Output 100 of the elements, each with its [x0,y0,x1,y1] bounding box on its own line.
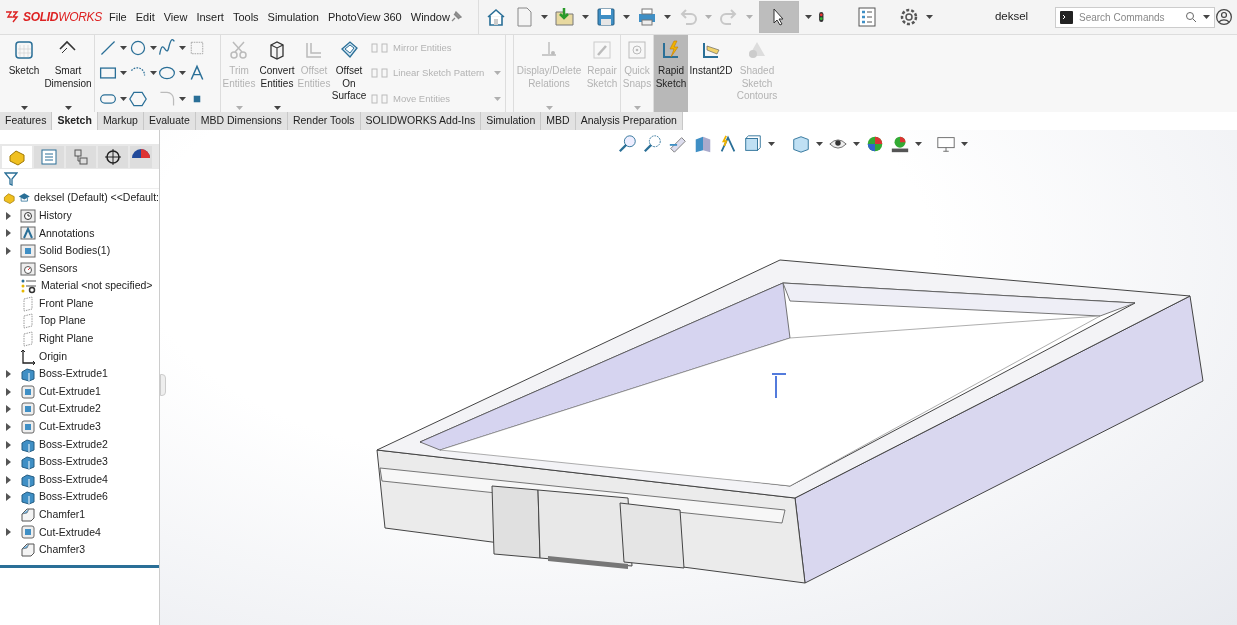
caret-icon[interactable] [804,15,812,19]
cut-extrude-icon[interactable] [20,383,36,400]
lightning-sketch-icon[interactable] [660,39,682,61]
material-list-icon[interactable] [20,278,38,295]
expand-arrow-icon[interactable] [6,247,11,255]
expand-arrow-icon[interactable] [6,405,11,414]
tree-item[interactable]: Annotations [39,225,95,242]
ribbon-button[interactable]: Sketch [4,35,44,112]
list-icon[interactable] [855,6,878,28]
caret-icon[interactable] [581,15,589,19]
save-icon[interactable] [594,6,617,28]
filter-icon[interactable] [4,171,18,186]
tree-item[interactable]: Cut-Extrude3 [39,419,101,435]
menu-item[interactable]: Tools [232,8,259,26]
menu-item[interactable]: File [109,8,127,26]
scene-icon[interactable] [890,134,910,154]
ribbon-tab[interactable]: Sketch [52,112,98,130]
menu-item[interactable]: Insert [196,8,224,26]
search-input[interactable]: Search Commands [1079,9,1179,25]
zoom-fit-icon[interactable] [618,134,638,154]
extrude-icon[interactable] [20,366,36,383]
caret-icon[interactable] [816,142,823,146]
expand-arrow-icon[interactable] [6,458,11,467]
tree-item[interactable]: Solid Bodies(1) [39,243,111,259]
menu-item[interactable]: View [163,8,188,26]
caret-icon[interactable] [179,71,186,76]
caret-icon[interactable] [768,142,775,146]
ribbon-tab[interactable]: Render Tools [287,112,361,130]
tree-item[interactable]: Front Plane [39,295,94,312]
circle-icon[interactable] [128,39,147,57]
pin-icon[interactable] [449,11,462,23]
open-folder-icon[interactable] [553,6,576,28]
gauge-folder-icon[interactable] [20,260,36,277]
grid-sketch-icon[interactable] [13,39,35,61]
tree-item[interactable]: History [39,207,72,224]
expand-arrow-icon[interactable] [6,440,11,449]
ribbon-tab[interactable]: Markup [97,112,144,130]
caret-icon[interactable] [540,15,548,19]
ribbon-tab[interactable]: Analysis Preparation [575,112,683,130]
extrude-icon[interactable] [20,436,36,453]
extrude-icon[interactable] [20,489,36,506]
tree-item[interactable]: Right Plane [39,331,94,347]
caret-icon[interactable] [273,106,281,110]
cut-extrude-icon[interactable] [20,401,36,418]
expand-arrow-icon[interactable] [6,528,11,537]
dimension-expert-tab[interactable] [98,145,128,168]
caret-icon[interactable] [149,46,157,50]
user-icon[interactable] [1215,8,1233,26]
caret-icon[interactable] [663,15,671,19]
caret-icon[interactable] [120,71,127,76]
tree-item[interactable]: Sensors [39,260,78,277]
caret-icon[interactable] [915,142,922,146]
section-view-icon[interactable] [693,134,713,154]
line-icon[interactable] [99,39,117,57]
tree-item[interactable]: Cut-Extrude4 [39,524,101,541]
ribbon-button[interactable]: Offset On Surface [331,35,367,112]
monitor-icon[interactable] [936,134,956,154]
ribbon-button[interactable]: Rapid Sketch [654,35,688,112]
previous-view-icon[interactable] [668,134,688,154]
extrude-icon[interactable] [20,454,36,471]
body-folder-icon[interactable] [20,243,36,259]
caret-icon[interactable] [120,96,127,101]
display-style-icon[interactable] [791,134,811,154]
tree-item[interactable]: Origin [39,348,67,365]
select-button[interactable] [758,1,799,33]
ribbon-tab[interactable]: Features [0,112,53,130]
ribbon-button[interactable]: Smart Dimension [44,35,92,112]
tree-item[interactable]: Chamfer1 [39,507,86,523]
ribbon-tab[interactable]: Evaluate [143,112,196,130]
tree-item[interactable]: Boss-Extrude4 [39,471,108,488]
panel-splitter-handle[interactable] [160,374,166,396]
caret-icon[interactable] [179,96,186,101]
tree-item[interactable]: Material <not specified> [41,278,153,295]
ribbon-button[interactable]: Convert Entities [257,35,297,112]
dynamic-annotation-icon[interactable] [718,134,738,154]
annotation-folder-icon[interactable] [20,225,36,242]
property-manager-tab[interactable] [34,145,64,168]
chamfer-icon[interactable] [20,506,36,523]
search-field[interactable]: Search Commands [1055,6,1215,28]
cut-extrude-icon[interactable] [20,418,36,435]
caret-icon[interactable] [925,15,933,19]
cut-extrude-icon[interactable] [20,524,36,541]
menu-item[interactable]: PhotoView 360 [327,8,402,26]
caret-icon[interactable] [149,71,157,76]
origin-axes-icon[interactable] [20,348,36,365]
expand-arrow-icon[interactable] [6,422,11,431]
caret-icon[interactable] [120,46,127,50]
tree-item[interactable]: Boss-Extrude6 [39,489,108,506]
clock-folder-icon[interactable] [20,207,36,224]
expand-arrow-icon[interactable] [6,493,11,502]
ribbon-tab[interactable]: SOLIDWORKS Add-Ins [360,112,482,130]
caret-icon[interactable] [64,106,72,110]
zoom-area-icon[interactable] [643,134,663,154]
extrude-icon[interactable] [20,471,36,488]
chamfer-icon[interactable] [20,542,36,559]
ribbon-button[interactable]: Instant2D [688,35,734,112]
tree-item[interactable]: Boss-Extrude1 [39,366,108,382]
caret-icon[interactable] [1203,15,1210,19]
expand-arrow-icon[interactable] [6,229,11,238]
tree-item[interactable]: Chamfer3 [39,542,86,558]
